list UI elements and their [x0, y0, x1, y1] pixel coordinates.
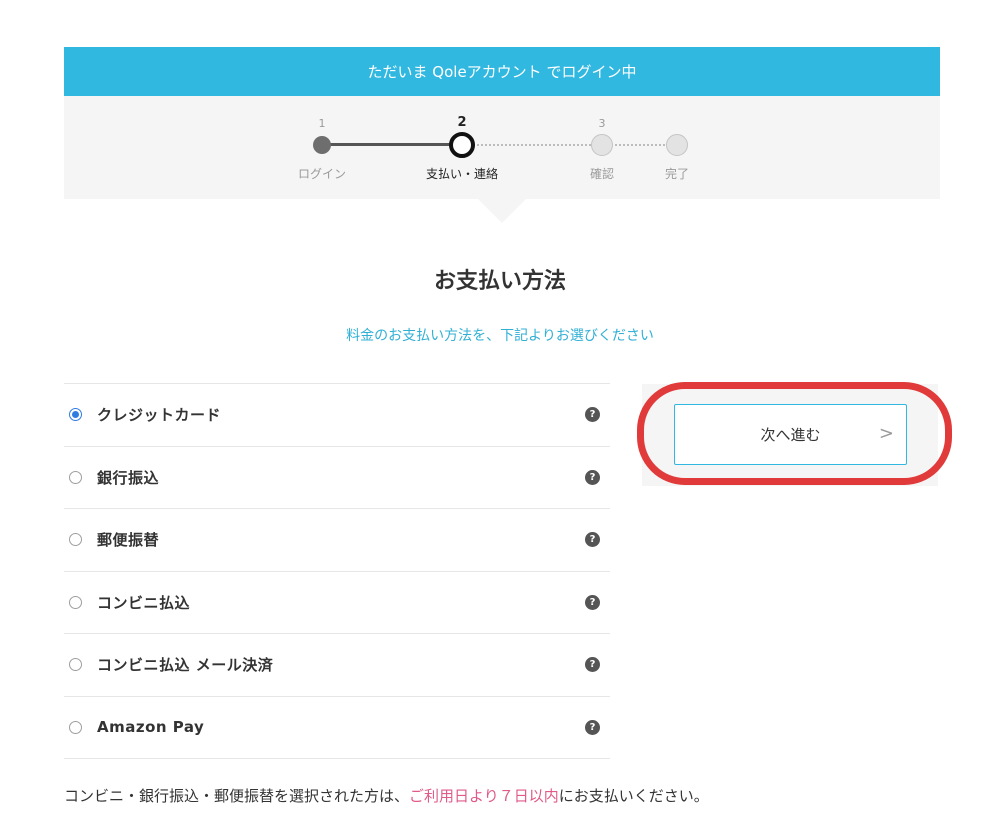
- step-2-indicator: [449, 132, 475, 158]
- help-icon[interactable]: ?: [585, 532, 600, 548]
- payment-method-label: Amazon Pay: [97, 718, 205, 737]
- login-status-banner: ただいま Qoleアカウント でログイン中: [64, 47, 940, 96]
- step-1-indicator: [313, 136, 331, 154]
- payment-method-convenience-store[interactable]: コンビニ払込 ?: [64, 572, 610, 634]
- step-connector-2-3: [462, 144, 602, 146]
- step-3-number: 3: [598, 117, 606, 130]
- steps-pointer: [478, 199, 526, 223]
- payment-method-label: クレジットカード: [97, 406, 222, 425]
- note-suffix: にお支払いください。: [558, 787, 709, 805]
- help-icon[interactable]: ?: [585, 719, 600, 735]
- step-2-number: 2: [457, 115, 467, 130]
- payment-method-label: 銀行振込: [97, 468, 160, 487]
- payment-method-list: クレジットカード ? 銀行振込 ? 郵便振替 ? コンビニ払込 ? コンビニ払込…: [64, 383, 610, 759]
- payment-method-postal-transfer[interactable]: 郵便振替 ?: [64, 509, 610, 572]
- payment-method-label: コンビニ払込: [97, 593, 191, 612]
- radio-amazon-pay[interactable]: [69, 720, 82, 734]
- payment-method-convenience-email[interactable]: コンビニ払込 メール決済 ?: [64, 634, 610, 697]
- step-4-indicator: [666, 134, 688, 156]
- note-prefix: コンビニ・銀行振込・郵便振替を選択された方は、: [64, 787, 410, 805]
- note-emphasis: ご利用日より７日以内: [409, 787, 559, 805]
- step-4-label: 完了: [664, 167, 689, 181]
- next-button[interactable]: 次へ進む >: [674, 404, 907, 465]
- payment-method-credit-card[interactable]: クレジットカード ?: [64, 384, 610, 447]
- step-2-label: 支払い・連絡: [425, 167, 498, 181]
- payment-method-amazon-pay[interactable]: Amazon Pay ?: [64, 697, 610, 759]
- payment-method-bank-transfer[interactable]: 銀行振込 ?: [64, 447, 610, 509]
- help-icon[interactable]: ?: [585, 657, 600, 673]
- help-icon[interactable]: ?: [585, 469, 600, 485]
- step-connector-1-2: [322, 143, 462, 146]
- help-icon[interactable]: ?: [585, 407, 600, 423]
- payment-method-label: 郵便振替: [97, 531, 160, 550]
- next-button-label: 次へ進む: [760, 426, 821, 444]
- radio-bank-transfer[interactable]: [69, 470, 82, 484]
- progress-steps: [64, 96, 940, 199]
- page-subtitle: 料金のお支払い方法を、下記よりお選びください: [346, 328, 654, 344]
- payment-deadline-note: コンビニ・銀行振込・郵便振替を選択された方は、ご利用日より７日以内にお支払いくだ…: [64, 785, 709, 806]
- payment-method-label: コンビニ払込 メール決済: [97, 656, 274, 675]
- step-1-number: 1: [318, 117, 326, 130]
- radio-postal-transfer[interactable]: [69, 533, 82, 547]
- radio-credit-card[interactable]: [69, 408, 82, 422]
- radio-convenience-store[interactable]: [69, 595, 82, 609]
- radio-convenience-email[interactable]: [69, 658, 82, 672]
- help-icon[interactable]: ?: [585, 594, 600, 610]
- step-1-label: ログイン: [297, 167, 346, 181]
- page-title: お支払い方法: [433, 269, 566, 294]
- step-3-indicator: [591, 134, 613, 156]
- chevron-right-icon: >: [878, 423, 894, 444]
